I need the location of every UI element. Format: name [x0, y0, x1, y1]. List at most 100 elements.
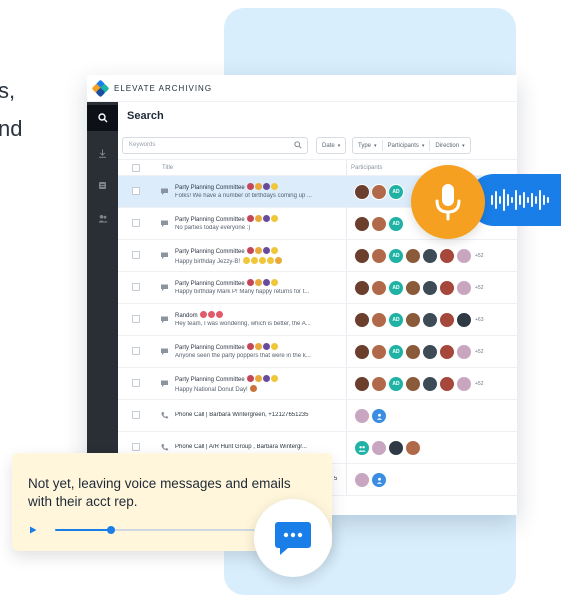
- avatar: [354, 280, 370, 296]
- rail-users-button[interactable]: [87, 205, 118, 231]
- row-checkbox[interactable]: [132, 411, 140, 419]
- row-preview: Folks! We have a number of birthdays com…: [175, 193, 312, 199]
- keywords-input[interactable]: Keywords: [122, 137, 308, 154]
- chat-bubble-icon: [275, 522, 311, 555]
- emoji-icon: [271, 343, 279, 350]
- avatar: [405, 440, 421, 456]
- row-checkbox[interactable]: [132, 219, 140, 227]
- date-filter[interactable]: Date ▾: [316, 137, 347, 154]
- table-row[interactable]: Party Planning Committee Happy birthday …: [118, 272, 517, 304]
- row-title: Party Planning Committee: [175, 375, 279, 383]
- avatar: [456, 312, 472, 328]
- emoji-icon: [208, 311, 216, 318]
- chat-icon: [161, 316, 168, 323]
- direction-filter-label: Direction: [435, 142, 460, 149]
- audio-progress-track[interactable]: [55, 526, 255, 534]
- more-participants-count: +63: [475, 317, 484, 323]
- emoji-icon: [271, 183, 279, 190]
- row-checkbox[interactable]: [132, 379, 140, 387]
- row-title: Random: [175, 311, 224, 319]
- direction-filter[interactable]: Direction ▾: [430, 140, 469, 151]
- avatar: [354, 216, 370, 232]
- row-checkbox[interactable]: [132, 251, 140, 259]
- emoji-icon: [216, 311, 224, 318]
- emoji-icon: [250, 385, 258, 392]
- select-all-checkbox[interactable]: [132, 164, 140, 172]
- row-checkbox[interactable]: [132, 283, 140, 291]
- background-text-line-2: nd: [0, 116, 23, 141]
- rail-download-button[interactable]: [87, 140, 118, 166]
- row-preview: Hey team, I was wondering, which is bett…: [175, 321, 311, 327]
- avatar: AD: [388, 312, 404, 328]
- avatar: [422, 248, 438, 264]
- search-icon: [294, 141, 302, 149]
- row-preview: Anyone seen the party poppers that were …: [175, 353, 311, 359]
- participants-avatars: AD: [354, 216, 405, 232]
- avatar: AD: [388, 184, 404, 200]
- download-icon: [99, 149, 106, 158]
- emoji-icon: [200, 311, 208, 318]
- chat-icon: [161, 348, 168, 355]
- avatar: [354, 408, 370, 424]
- more-participants-count: +52: [475, 381, 484, 387]
- table-row[interactable]: Party Planning Committee Happy National …: [118, 368, 517, 400]
- rail-archive-button[interactable]: [87, 172, 118, 198]
- microphone-button[interactable]: [411, 165, 485, 239]
- emoji-icon: [263, 375, 271, 382]
- participants-avatars: AD +52: [354, 344, 483, 360]
- row-checkbox[interactable]: [132, 347, 140, 355]
- table-row[interactable]: Random Hey team, I was wondering, which …: [118, 304, 517, 336]
- avatar: [422, 312, 438, 328]
- avatar: [422, 344, 438, 360]
- emoji-icon: [263, 279, 271, 286]
- emoji-icon: [274, 257, 282, 264]
- chat-icon: [161, 220, 168, 227]
- emoji-icon: [247, 343, 255, 350]
- avatar: [371, 344, 387, 360]
- emoji-icon: [255, 343, 263, 350]
- audio-progress-knob[interactable]: [107, 526, 115, 534]
- emoji-icon: [247, 183, 255, 190]
- group-icon: [358, 445, 366, 452]
- row-title: Party Planning Committee: [175, 215, 279, 223]
- avatar: [371, 472, 387, 488]
- avatar: [354, 344, 370, 360]
- avatar: [371, 248, 387, 264]
- row-checkbox[interactable]: [132, 187, 140, 195]
- avatar: [439, 312, 455, 328]
- type-filter[interactable]: Type ▾: [353, 140, 383, 151]
- rail-search-button[interactable]: [87, 105, 118, 131]
- row-checkbox[interactable]: [132, 315, 140, 323]
- row-checkbox[interactable]: [132, 443, 140, 451]
- participants-avatars: AD +52: [354, 280, 483, 296]
- brand-name: ELEVATE ARCHIVING: [114, 83, 213, 93]
- participants-filter[interactable]: Participants ▾: [383, 140, 431, 151]
- participants-avatars: AD +52: [354, 248, 483, 264]
- background-text-line-1: s,: [0, 78, 16, 103]
- type-filter-label: Type: [358, 142, 372, 149]
- chat-icon: [161, 188, 168, 195]
- table-row[interactable]: Phone Call | Barbara Wintergreen, +12127…: [118, 400, 517, 432]
- table-row[interactable]: Party Planning Committee Happy birthday …: [118, 240, 517, 272]
- row-preview: No parties today everyone :): [175, 225, 251, 231]
- brand-bar: ELEVATE ARCHIVING: [87, 75, 517, 102]
- avatar: [388, 440, 404, 456]
- date-filter-label: Date: [322, 142, 335, 149]
- table-row[interactable]: Party Planning Committee Anyone seen the…: [118, 336, 517, 368]
- avatar: [456, 344, 472, 360]
- emoji-icon: [266, 257, 274, 264]
- users-icon: [98, 214, 108, 222]
- chat-button[interactable]: [254, 499, 332, 577]
- filter-group: Type ▾ Participants ▾ Direction ▾: [352, 137, 471, 154]
- emoji-icon: [255, 215, 263, 222]
- emoji-icon: [271, 215, 279, 222]
- brand-logo-icon: [91, 79, 110, 97]
- play-icon[interactable]: [29, 526, 37, 534]
- avatar: [371, 280, 387, 296]
- chat-icon: [161, 284, 168, 291]
- app-window: ELEVATE ARCHIVING Search Keywords Date ▾: [87, 75, 517, 515]
- avatar: [405, 248, 421, 264]
- avatar: [371, 376, 387, 392]
- avatar: [354, 472, 370, 488]
- search-icon: [97, 113, 107, 123]
